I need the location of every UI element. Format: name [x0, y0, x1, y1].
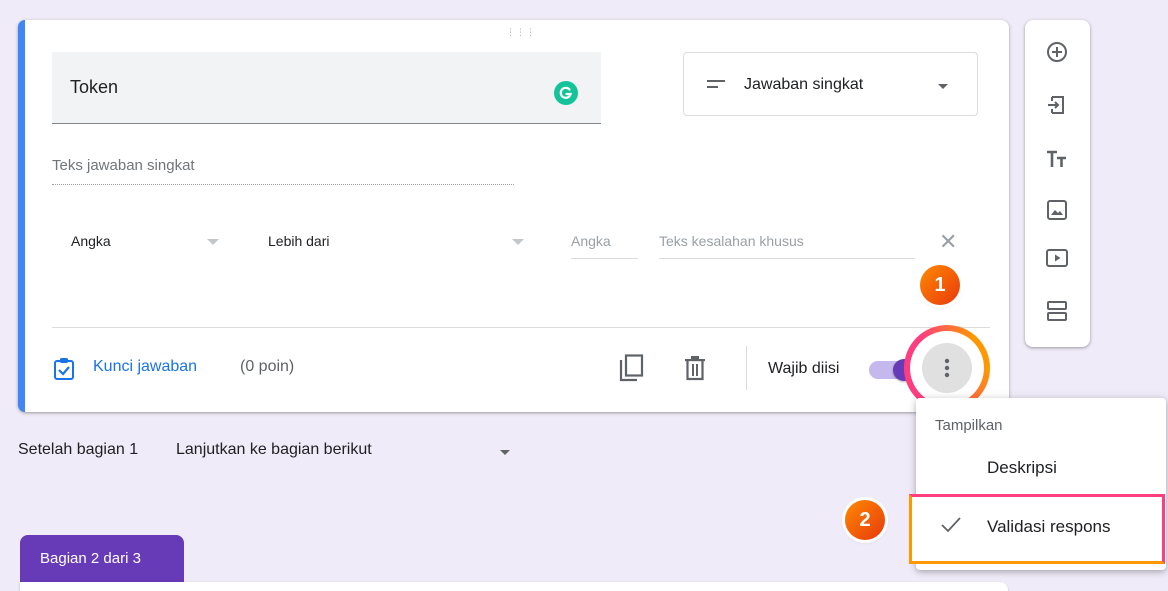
add-image-icon[interactable] — [1045, 198, 1069, 222]
answer-key-link[interactable]: Kunci jawaban — [93, 358, 197, 376]
more-options-button[interactable] — [922, 343, 972, 393]
delete-icon[interactable] — [684, 355, 706, 381]
chevron-down-icon — [938, 84, 948, 89]
section-tab: Bagian 2 dari 3 — [20, 535, 184, 583]
validation-condition-select[interactable]: Lebih dari — [268, 233, 330, 249]
card-divider — [52, 327, 990, 328]
short-answer-icon — [707, 80, 725, 88]
chevron-down-icon[interactable] — [500, 450, 510, 455]
validation-error-text-input[interactable]: Teks kesalahan khusus — [659, 233, 804, 249]
question-title-text[interactable]: Token — [70, 77, 118, 98]
short-answer-placeholder: Teks jawaban singkat — [52, 157, 195, 174]
answer-key-icon[interactable] — [53, 357, 75, 381]
add-section-icon[interactable] — [1045, 299, 1069, 323]
menu-item-response-validation[interactable]: Validasi respons — [987, 517, 1110, 537]
add-video-icon[interactable] — [1045, 246, 1069, 270]
after-section-label: Setelah bagian 1 — [18, 441, 139, 458]
required-toggle-label: Wajib diisi — [768, 360, 840, 377]
duplicate-icon[interactable] — [618, 354, 644, 382]
active-card-accent-bar — [18, 20, 25, 412]
question-title-field[interactable] — [52, 52, 601, 124]
check-icon — [941, 517, 961, 533]
grammarly-icon[interactable] — [554, 81, 578, 105]
validation-number-underline — [571, 258, 638, 259]
short-answer-underline — [52, 184, 514, 185]
menu-item-description[interactable]: Deskripsi — [987, 458, 1057, 478]
add-question-icon[interactable] — [1045, 40, 1069, 64]
more-vert-icon — [944, 358, 950, 378]
validation-number-input[interactable]: Angka — [571, 233, 611, 249]
step-badge-2: 2 — [845, 500, 885, 540]
question-type-label: Jawaban singkat — [744, 76, 864, 93]
after-section-select[interactable]: Lanjutkan ke bagian berikut — [176, 441, 372, 459]
side-toolbar — [1025, 20, 1090, 347]
footer-divider — [746, 346, 747, 390]
validation-type-select[interactable]: Angka — [71, 233, 111, 249]
drag-handle-icon[interactable]: ⋮⋮⋮ — [506, 28, 535, 37]
chevron-down-icon[interactable] — [207, 239, 219, 245]
import-questions-icon[interactable] — [1045, 93, 1069, 117]
validation-error-underline — [659, 258, 915, 259]
section-card — [20, 582, 1008, 591]
step-badge-1: 1 — [920, 265, 960, 305]
add-title-icon[interactable] — [1045, 147, 1069, 171]
menu-header: Tampilkan — [935, 417, 1003, 434]
chevron-down-icon[interactable] — [512, 239, 524, 245]
points-label: (0 poin) — [240, 358, 295, 375]
close-icon[interactable]: ✕ — [939, 229, 957, 255]
